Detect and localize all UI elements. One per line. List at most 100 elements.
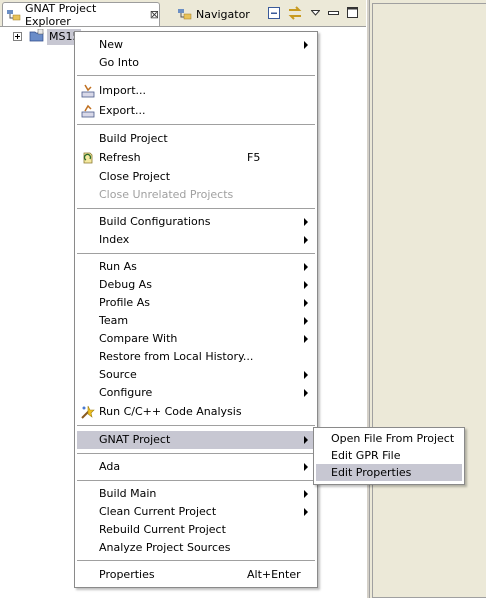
menu-separator [77, 480, 315, 481]
menu-item-ada[interactable]: Ada [77, 458, 315, 476]
submenu-arrow-icon [304, 317, 308, 325]
menu-item-label: Profile As [99, 296, 150, 309]
tree-expand-icon[interactable] [13, 32, 22, 41]
menu-separator [77, 425, 315, 426]
menu-item-compare-with[interactable]: Compare With [77, 330, 315, 348]
close-icon[interactable]: ⊠ [150, 8, 159, 21]
menu-item-label: Import... [99, 84, 146, 97]
menu-item-label: Index [99, 233, 130, 246]
menu-item-label: Team [99, 314, 129, 327]
menu-item-label: Rebuild Current Project [99, 523, 226, 536]
menu-item-label: Run As [99, 260, 137, 273]
submenu-item-edit-gpr-file[interactable]: Edit GPR File [316, 447, 462, 464]
project-explorer-icon [7, 9, 21, 20]
submenu-arrow-icon [304, 335, 308, 343]
menu-item-shortcut: Alt+Enter [247, 568, 301, 581]
editor-area [369, 0, 486, 598]
submenu-arrow-icon [304, 490, 308, 498]
collapse-all-icon[interactable] [266, 5, 282, 21]
menu-item-index[interactable]: Index [77, 231, 315, 249]
view-menu-icon[interactable] [309, 5, 321, 21]
submenu-arrow-icon [304, 299, 308, 307]
menu-item-new[interactable]: New [77, 36, 315, 54]
navigator-icon [178, 9, 192, 20]
menu-item-close-project[interactable]: Close Project [77, 168, 315, 186]
view-tab-bar: GNAT Project Explorer ⊠ Navigator [0, 0, 366, 28]
submenu-arrow-icon [304, 236, 308, 244]
menu-item-label: Restore from Local History... [99, 350, 254, 363]
menu-item-restore-from-local-history[interactable]: Restore from Local History... [77, 348, 315, 366]
menu-item-label: Export... [99, 104, 146, 117]
tab-gnat-project-explorer[interactable]: GNAT Project Explorer ⊠ [2, 1, 160, 28]
menu-item-label: Ada [99, 460, 121, 473]
menu-separator [77, 453, 315, 454]
menu-item-label: Compare With [99, 332, 178, 345]
menu-item-source[interactable]: Source [77, 366, 315, 384]
menu-item-build-configurations[interactable]: Build Configurations [77, 213, 315, 231]
menu-separator [77, 208, 315, 209]
menu-item-rebuild-current-project[interactable]: Rebuild Current Project [77, 521, 315, 539]
menu-item-analyze-project-sources[interactable]: Analyze Project Sources [77, 539, 315, 557]
minimize-icon[interactable] [326, 5, 342, 21]
project-folder-icon [29, 29, 44, 42]
menu-item-team[interactable]: Team [77, 312, 315, 330]
submenu-arrow-icon [304, 263, 308, 271]
menu-item-run-as[interactable]: Run As [77, 258, 315, 276]
submenu-arrow-icon [304, 41, 308, 49]
menu-item-label: Build Project [99, 132, 168, 145]
menu-item-label: Open File From Project [331, 432, 455, 445]
submenu-arrow-icon [304, 508, 308, 516]
import-icon [81, 84, 95, 98]
menu-item-go-into[interactable]: Go Into [77, 54, 315, 72]
menu-item-label: GNAT Project [99, 433, 171, 446]
menu-item-label: Refresh [99, 151, 141, 164]
menu-item-label: Debug As [99, 278, 152, 291]
menu-item-label: Source [99, 368, 137, 381]
refresh-icon [83, 152, 93, 164]
menu-item-label: Close Project [99, 170, 171, 183]
menu-item-label: Edit Properties [331, 466, 412, 479]
context-menu: New Go Into Import... Export... Build Pr… [74, 31, 318, 588]
submenu-arrow-icon [304, 436, 308, 444]
submenu-arrow-icon [304, 281, 308, 289]
menu-item-label: Clean Current Project [99, 505, 217, 518]
menu-item-run-code-analysis[interactable]: Run C/C++ Code Analysis [77, 403, 315, 421]
submenu-item-open-file-from-project[interactable]: Open File From Project [316, 430, 462, 447]
maximize-icon[interactable] [345, 5, 361, 21]
menu-item-properties[interactable]: Properties Alt+Enter [77, 566, 315, 584]
menu-item-export[interactable]: Export... [77, 102, 315, 120]
menu-item-import[interactable]: Import... [77, 82, 315, 100]
menu-item-label: Edit GPR File [331, 449, 401, 462]
tab-label: GNAT Project Explorer [25, 1, 97, 28]
menu-item-debug-as[interactable]: Debug As [77, 276, 315, 294]
menu-item-label: New [99, 38, 123, 51]
menu-item-label: Build Configurations [99, 215, 211, 228]
menu-item-refresh[interactable]: Refresh F5 [77, 149, 315, 167]
menu-item-label: Properties [99, 568, 155, 581]
menu-separator [77, 75, 315, 76]
gnat-project-submenu: Open File From Project Edit GPR File Edi… [313, 427, 465, 485]
menu-item-shortcut: F5 [247, 151, 261, 164]
menu-item-clean-current-project[interactable]: Clean Current Project [77, 503, 315, 521]
menu-separator [77, 560, 315, 561]
menu-item-profile-as[interactable]: Profile As [77, 294, 315, 312]
menu-item-label: Go Into [99, 56, 140, 69]
submenu-item-edit-properties[interactable]: Edit Properties [316, 464, 462, 481]
menu-item-label: Configure [99, 386, 153, 399]
submenu-arrow-icon [304, 463, 308, 471]
menu-item-label: Close Unrelated Projects [99, 188, 234, 201]
code-analysis-icon [81, 405, 95, 419]
menu-item-label: Run C/C++ Code Analysis [99, 405, 242, 418]
menu-separator [77, 253, 315, 254]
menu-item-build-main[interactable]: Build Main [77, 485, 315, 503]
submenu-arrow-icon [304, 389, 308, 397]
menu-item-gnat-project[interactable]: GNAT Project [77, 431, 315, 449]
menu-item-close-unrelated-projects[interactable]: Close Unrelated Projects [77, 186, 315, 204]
menu-item-build-project[interactable]: Build Project [77, 130, 315, 148]
submenu-arrow-icon [304, 218, 308, 226]
menu-item-configure[interactable]: Configure [77, 384, 315, 402]
submenu-arrow-icon [304, 371, 308, 379]
link-with-editor-icon[interactable] [287, 5, 303, 21]
menu-separator [77, 124, 315, 125]
tab-navigator[interactable]: Navigator [174, 2, 250, 26]
